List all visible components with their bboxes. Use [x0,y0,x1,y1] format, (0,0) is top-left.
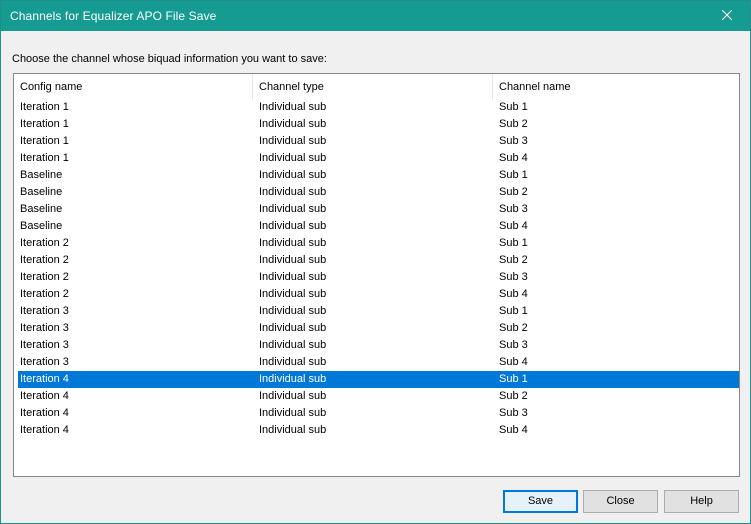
cell-config-name: Iteration 3 [20,305,69,317]
cell-config-name: Iteration 3 [20,339,69,351]
cell-channel-type: Individual sub [259,152,327,164]
table-row[interactable]: Baseline Individual sub Sub 3 [18,201,739,218]
table-row[interactable]: Iteration 4 Individual sub Sub 1 [18,371,739,388]
cell-channel-type: Individual sub [259,407,327,419]
cell-config-name: Iteration 1 [20,118,69,130]
cell-channel-type: Individual sub [259,118,327,130]
save-button[interactable]: Save [503,490,578,513]
cell-channel-type: Individual sub [259,271,327,283]
cell-config-name: Iteration 4 [20,390,69,402]
cell-channel-type: Individual sub [259,356,327,368]
cell-channel-name: Sub 1 [499,101,528,113]
cell-channel-name: Sub 2 [499,118,528,130]
cell-config-name: Iteration 4 [20,424,69,436]
table-row[interactable]: Iteration 4 Individual sub Sub 2 [18,388,739,405]
cell-channel-type: Individual sub [259,322,327,334]
cell-config-name: Iteration 2 [20,237,69,249]
close-button[interactable]: Close [583,490,658,513]
cell-channel-type: Individual sub [259,203,327,215]
cell-config-name: Iteration 1 [20,135,69,147]
column-header-channel-name[interactable]: Channel name [493,74,739,99]
table-row[interactable]: Baseline Individual sub Sub 4 [18,218,739,235]
instruction-label: Choose the channel whose biquad informat… [12,53,327,65]
cell-config-name: Iteration 4 [20,373,69,385]
window-close-button[interactable] [704,1,750,31]
table-row[interactable]: Iteration 1 Individual sub Sub 1 [18,99,739,116]
cell-config-name: Iteration 3 [20,356,69,368]
cell-channel-name: Sub 1 [499,305,528,317]
cell-channel-name: Sub 2 [499,322,528,334]
cell-channel-name: Sub 3 [499,135,528,147]
title-bar[interactable]: Channels for Equalizer APO File Save [1,1,750,31]
table-row[interactable]: Iteration 3 Individual sub Sub 4 [18,354,739,371]
table-row[interactable]: Iteration 2 Individual sub Sub 3 [18,269,739,286]
cell-config-name: Baseline [20,220,63,232]
cell-channel-type: Individual sub [259,305,327,317]
cell-config-name: Iteration 4 [20,407,69,419]
cell-config-name: Iteration 2 [20,288,69,300]
cell-channel-name: Sub 3 [499,271,528,283]
column-header-config-name[interactable]: Config name [14,74,253,99]
close-icon [721,9,733,23]
window-title: Channels for Equalizer APO File Save [10,9,217,23]
cell-channel-name: Sub 4 [499,220,528,232]
cell-channel-type: Individual sub [259,339,327,351]
cell-channel-name: Sub 4 [499,288,528,300]
cell-channel-name: Sub 1 [499,237,528,249]
table-row[interactable]: Iteration 3 Individual sub Sub 3 [18,337,739,354]
table-row[interactable]: Iteration 3 Individual sub Sub 2 [18,320,739,337]
cell-channel-name: Sub 4 [499,152,528,164]
cell-channel-name: Sub 4 [499,424,528,436]
cell-channel-type: Individual sub [259,373,327,385]
cell-channel-name: Sub 2 [499,186,528,198]
cell-channel-type: Individual sub [259,237,327,249]
cell-channel-type: Individual sub [259,254,327,266]
help-button[interactable]: Help [664,490,739,513]
cell-channel-name: Sub 1 [499,373,528,385]
table-row[interactable]: Iteration 4 Individual sub Sub 3 [18,405,739,422]
cell-config-name: Baseline [20,203,63,215]
table-row[interactable]: Iteration 1 Individual sub Sub 4 [18,150,739,167]
cell-config-name: Iteration 1 [20,152,69,164]
table-row[interactable]: Iteration 2 Individual sub Sub 4 [18,286,739,303]
cell-channel-name: Sub 1 [499,169,528,181]
cell-channel-name: Sub 3 [499,203,528,215]
cell-channel-type: Individual sub [259,186,327,198]
cell-channel-type: Individual sub [259,135,327,147]
cell-config-name: Iteration 1 [20,101,69,113]
cell-channel-name: Sub 2 [499,390,528,402]
cell-channel-type: Individual sub [259,288,327,300]
cell-channel-name: Sub 3 [499,339,528,351]
table-row[interactable]: Iteration 1 Individual sub Sub 3 [18,133,739,150]
table-row[interactable]: Iteration 2 Individual sub Sub 2 [18,252,739,269]
cell-channel-type: Individual sub [259,220,327,232]
cell-channel-type: Individual sub [259,424,327,436]
cell-config-name: Iteration 3 [20,322,69,334]
cell-channel-name: Sub 2 [499,254,528,266]
cell-config-name: Baseline [20,186,63,198]
cell-channel-name: Sub 3 [499,407,528,419]
table-row[interactable]: Iteration 2 Individual sub Sub 1 [18,235,739,252]
table-row[interactable]: Baseline Individual sub Sub 1 [18,167,739,184]
cell-channel-type: Individual sub [259,390,327,402]
cell-channel-name: Sub 4 [499,356,528,368]
table-row[interactable]: Iteration 1 Individual sub Sub 2 [18,116,739,133]
cell-config-name: Baseline [20,169,63,181]
table-row[interactable]: Iteration 4 Individual sub Sub 4 [18,422,739,439]
list-rows: Iteration 1 Individual sub Sub 1 Iteration … [14,99,739,439]
cell-config-name: Iteration 2 [20,254,69,266]
channel-list[interactable]: Config name Channel type Channel name It… [13,73,740,477]
list-header: Config name Channel type Channel name [14,74,739,99]
column-header-channel-type[interactable]: Channel type [253,74,493,99]
table-row[interactable]: Baseline Individual sub Sub 2 [18,184,739,201]
cell-channel-type: Individual sub [259,169,327,181]
cell-config-name: Iteration 2 [20,271,69,283]
cell-channel-type: Individual sub [259,101,327,113]
dialog-window: Channels for Equalizer APO File Save Cho… [0,0,751,524]
table-row[interactable]: Iteration 3 Individual sub Sub 1 [18,303,739,320]
